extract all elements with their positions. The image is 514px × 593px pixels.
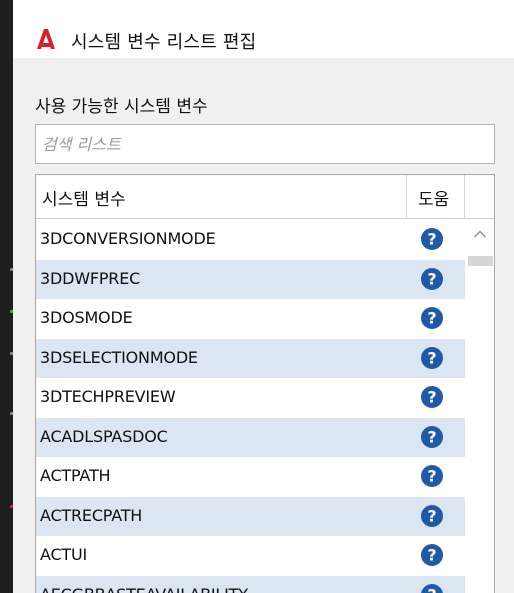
chevron-up-icon[interactable]: [473, 229, 487, 239]
list-item[interactable]: 3DOSMODE ?: [36, 299, 465, 339]
scrollbar-thumb[interactable]: [468, 256, 493, 266]
variable-name: 3DOSMODE: [40, 308, 133, 327]
variable-name: 3DSELECTIONMODE: [40, 347, 198, 367]
dialog-title: 시스템 변수 리스트 편집: [71, 32, 257, 53]
help-question-icon[interactable]: ?: [420, 583, 444, 593]
variable-name: ACTUI: [40, 545, 88, 564]
list-item[interactable]: 3DDWFPREC ?: [36, 259, 465, 299]
list-item[interactable]: ACTPATH ?: [36, 457, 465, 497]
list-item[interactable]: AECGBBASTEAVAILABILITY ?: [36, 575, 465, 593]
variable-name: ACADLSPASDOC: [40, 426, 168, 446]
list-rows: 3DCONVERSIONMODE ? 3DDWFPREC ? 3DOSMODE …: [36, 220, 465, 593]
variable-name: AECGBBASTEAVAILABILITY: [40, 585, 248, 593]
search-input[interactable]: [35, 124, 495, 164]
variable-name: 3DTECHPREVIEW: [40, 387, 176, 406]
svg-text:?: ?: [427, 230, 436, 249]
help-question-icon[interactable]: ?: [420, 425, 444, 449]
help-question-icon[interactable]: ?: [420, 267, 444, 291]
svg-text:?: ?: [427, 546, 436, 565]
system-variable-list[interactable]: 시스템 변수 도움 3DCONVERSIONMODE ? 3DDWFPREC ?…: [35, 174, 495, 593]
dialog-titlebar: 시스템 변수 리스트 편집: [13, 0, 514, 58]
list-item[interactable]: ACADLSPASDOC ?: [36, 417, 465, 457]
help-question-icon[interactable]: ?: [420, 346, 444, 370]
svg-text:?: ?: [427, 467, 436, 486]
svg-text:?: ?: [427, 585, 436, 593]
variable-name: ACTPATH: [40, 466, 111, 485]
help-question-icon[interactable]: ?: [420, 306, 444, 330]
svg-text:?: ?: [427, 269, 436, 288]
variable-name: 3DCONVERSIONMODE: [40, 229, 216, 248]
edit-system-variable-list-dialog: 시스템 변수 리스트 편집 사용 가능한 시스템 변수 시스템 변수 도움 3D…: [13, 0, 514, 593]
list-item[interactable]: ACTRECPATH ?: [36, 496, 465, 536]
column-divider: [406, 175, 407, 218]
help-question-icon[interactable]: ?: [420, 385, 444, 409]
help-question-icon[interactable]: ?: [420, 504, 444, 528]
list-item[interactable]: 3DTECHPREVIEW ?: [36, 378, 465, 418]
list-item[interactable]: 3DSELECTIONMODE ?: [36, 338, 465, 378]
svg-text:?: ?: [427, 348, 436, 367]
vertical-scrollbar[interactable]: [465, 220, 494, 593]
column-header-help[interactable]: 도움: [418, 185, 449, 210]
help-question-icon[interactable]: ?: [420, 464, 444, 488]
column-header-system-variable[interactable]: 시스템 변수: [42, 185, 126, 210]
help-question-icon[interactable]: ?: [420, 543, 444, 567]
background-edge: [0, 0, 13, 593]
svg-text:?: ?: [427, 427, 436, 446]
column-divider: [464, 175, 465, 218]
available-variables-label: 사용 가능한 시스템 변수: [35, 97, 208, 117]
autocad-logo-icon: [37, 29, 55, 49]
list-item[interactable]: ACTUI ?: [36, 536, 465, 576]
list-header: 시스템 변수 도움: [36, 175, 494, 219]
svg-text:?: ?: [427, 506, 436, 525]
help-question-icon[interactable]: ?: [420, 227, 444, 251]
list-item[interactable]: 3DCONVERSIONMODE ?: [36, 220, 465, 260]
svg-text:?: ?: [427, 309, 436, 328]
svg-text:?: ?: [427, 388, 436, 407]
variable-name: ACTRECPATH: [40, 505, 143, 525]
variable-name: 3DDWFPREC: [40, 268, 141, 288]
